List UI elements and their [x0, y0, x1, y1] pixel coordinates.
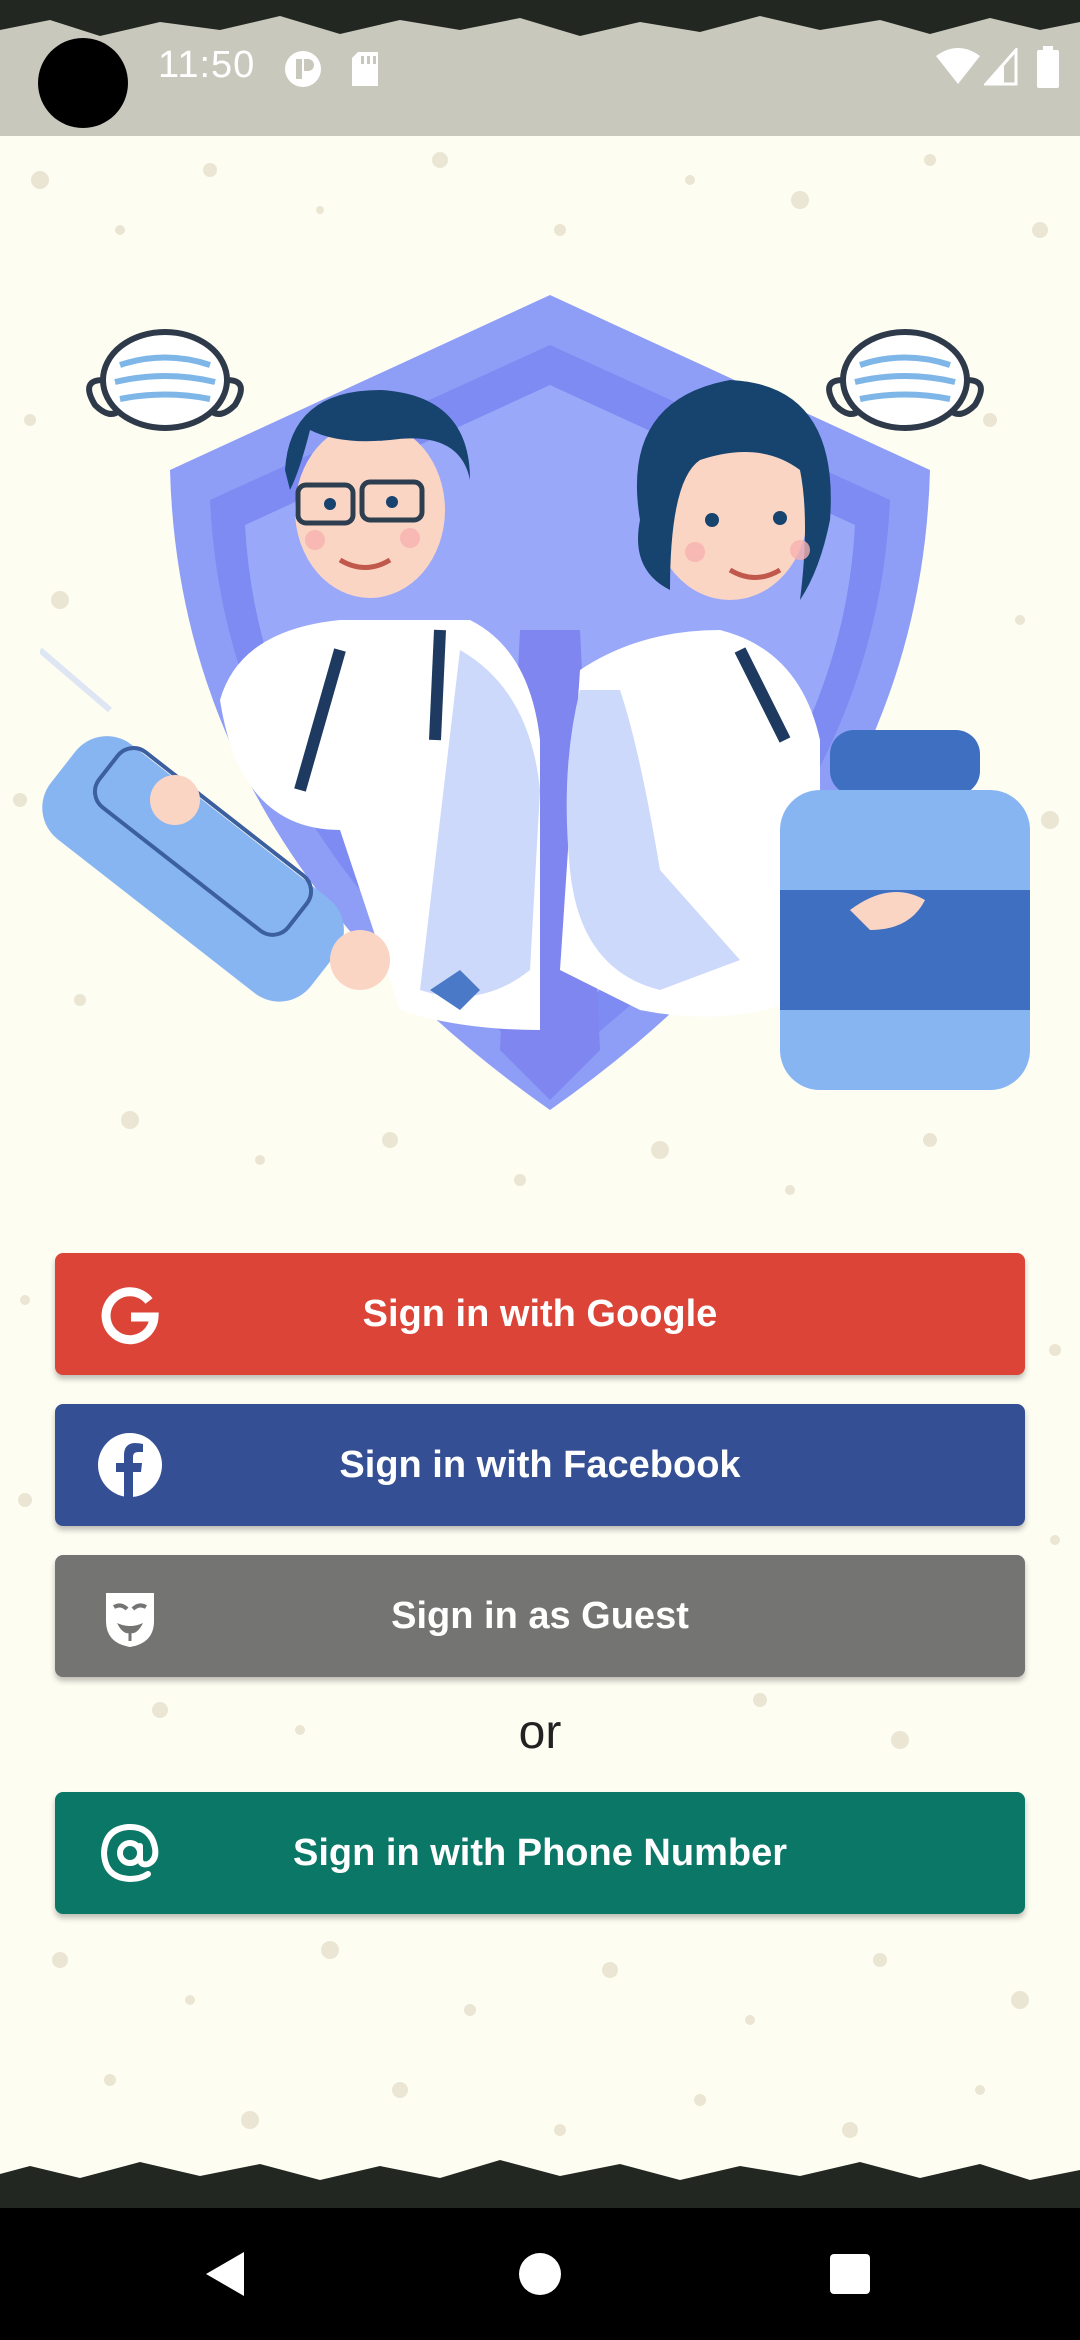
system-navigation-bar: [0, 2208, 1080, 2340]
google-g-icon: [101, 1287, 159, 1345]
sign-in-facebook-button[interactable]: Sign in with Facebook: [55, 1404, 1025, 1526]
notification-app-icon: [285, 51, 321, 87]
nav-recents-button[interactable]: [784, 2208, 916, 2340]
login-screen: 11:50 Sign in with Google Sign in with F…: [0, 0, 1080, 2340]
face-mask-right-icon: [826, 329, 984, 431]
nav-home-button[interactable]: [474, 2208, 606, 2340]
home-circle-icon: [519, 2253, 561, 2295]
recents-square-icon: [830, 2254, 870, 2294]
sign-in-phone-label: Sign in with Phone Number: [293, 1831, 787, 1874]
sign-in-phone-button[interactable]: Sign in with Phone Number: [55, 1792, 1025, 1914]
sign-in-facebook-label: Sign in with Facebook: [339, 1443, 741, 1486]
doctors-vaccine-illustration: [40, 295, 1030, 1110]
status-time: 11:50: [158, 44, 256, 86]
status-bar: 11:50: [0, 0, 1080, 136]
guest-mask-icon: [106, 1593, 154, 1647]
wifi-icon: [936, 48, 980, 84]
sign-in-guest-label: Sign in as Guest: [391, 1594, 689, 1637]
sd-card-icon: [352, 52, 378, 86]
or-separator: or: [518, 1706, 562, 1759]
camera-cutout: [38, 38, 128, 128]
back-triangle-icon: [206, 2252, 244, 2296]
at-sign-icon: [100, 1823, 159, 1883]
nav-back-button[interactable]: [160, 2208, 292, 2340]
sign-in-google-button[interactable]: Sign in with Google: [55, 1253, 1025, 1375]
facebook-icon: [98, 1433, 162, 1498]
cellular-signal-icon: [984, 48, 1018, 86]
battery-icon: [1037, 46, 1059, 88]
sign-in-google-label: Sign in with Google: [362, 1292, 718, 1335]
grunge-border-bottom: [0, 2160, 1080, 2210]
sign-in-guest-button[interactable]: Sign in as Guest: [55, 1555, 1025, 1677]
face-mask-left-icon: [86, 329, 244, 431]
